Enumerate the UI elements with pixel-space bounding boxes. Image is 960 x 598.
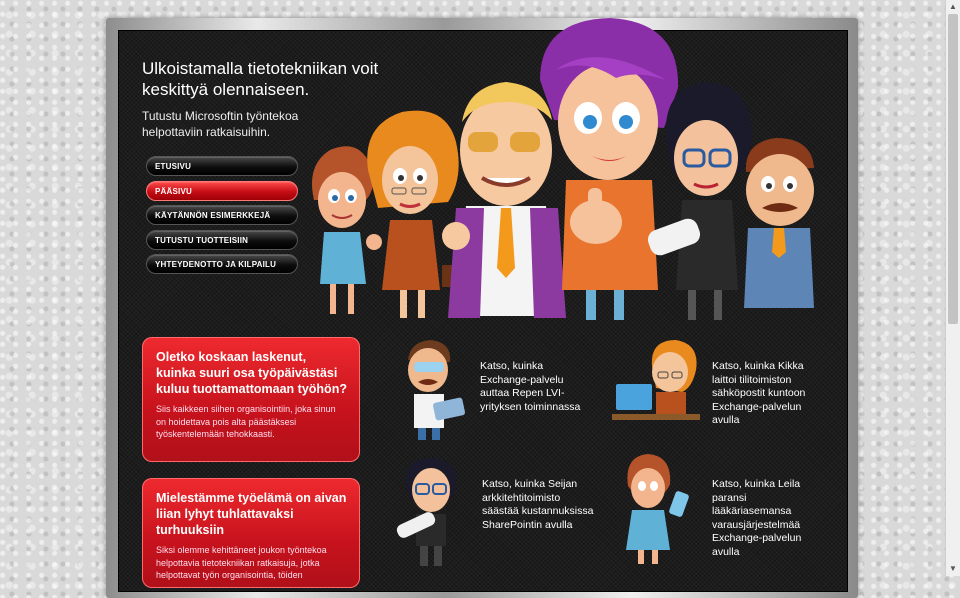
doctor-phone-icon[interactable]: [614, 452, 694, 566]
nav-item-tutustu-tuotteisiin[interactable]: TUTUSTU TUOTTEISIIN: [146, 229, 298, 250]
case-link-repe[interactable]: Katso, kuinka Exchange-palvelu auttaa Re…: [480, 360, 592, 414]
nav-item-yhteydenotto-ja-kilpailu[interactable]: YHTEYDENOTTO JA KILPAILU: [146, 254, 298, 274]
case-link-leila[interactable]: Katso, kuinka Leila paransi lääkäriasema…: [712, 478, 824, 559]
scroll-up-arrow-icon[interactable]: ▲: [946, 0, 960, 14]
architect-blueprints-icon[interactable]: [396, 456, 466, 568]
cartoon-man-sunglasses-icon: [442, 82, 566, 318]
main-navigation: ETUSIVU PÄÄSIVU KÄYTÄNNÖN ESIMERKKEJÄ TU…: [146, 156, 298, 279]
case-link-seija[interactable]: Katso, kuinka Seijan arkkitehtitoimisto …: [482, 478, 594, 532]
nav-item-etusivu[interactable]: ETUSIVU: [146, 156, 298, 176]
cartoon-man-mustache-icon: [744, 138, 814, 308]
page-scrollbar[interactable]: ▲ ▼: [945, 0, 960, 576]
hero-cartoon-characters: [312, 18, 814, 320]
plumber-laptop-icon[interactable]: [392, 338, 468, 442]
scroll-down-arrow-icon[interactable]: ▼: [946, 562, 960, 576]
info-card-worklife: Mielestämme työelämä on aivan liian lyhy…: [142, 478, 360, 588]
info-card-body: Siis kaikkeen siihen organisointiin, jok…: [156, 404, 336, 439]
scrollbar-thumb[interactable]: [948, 14, 958, 324]
info-card-title: Oletko koskaan laskenut, kuinka suuri os…: [156, 350, 347, 396]
case-link-kikka[interactable]: Katso, kuinka Kikka laittoi tilitoimisto…: [712, 360, 824, 428]
info-card-title: Mielestämme työelämä on aivan liian lyhy…: [156, 491, 347, 537]
nav-item-paasivu[interactable]: PÄÄSIVU: [146, 180, 298, 201]
info-card-productivity: Oletko koskaan laskenut, kuinka suuri os…: [142, 337, 360, 462]
cartoon-woman-glasses-icon: [367, 110, 460, 318]
accountant-desk-icon[interactable]: [612, 338, 700, 430]
nav-item-kaytannon-esimerkkeja[interactable]: KÄYTÄNNÖN ESIMERKKEJÄ: [146, 205, 298, 225]
